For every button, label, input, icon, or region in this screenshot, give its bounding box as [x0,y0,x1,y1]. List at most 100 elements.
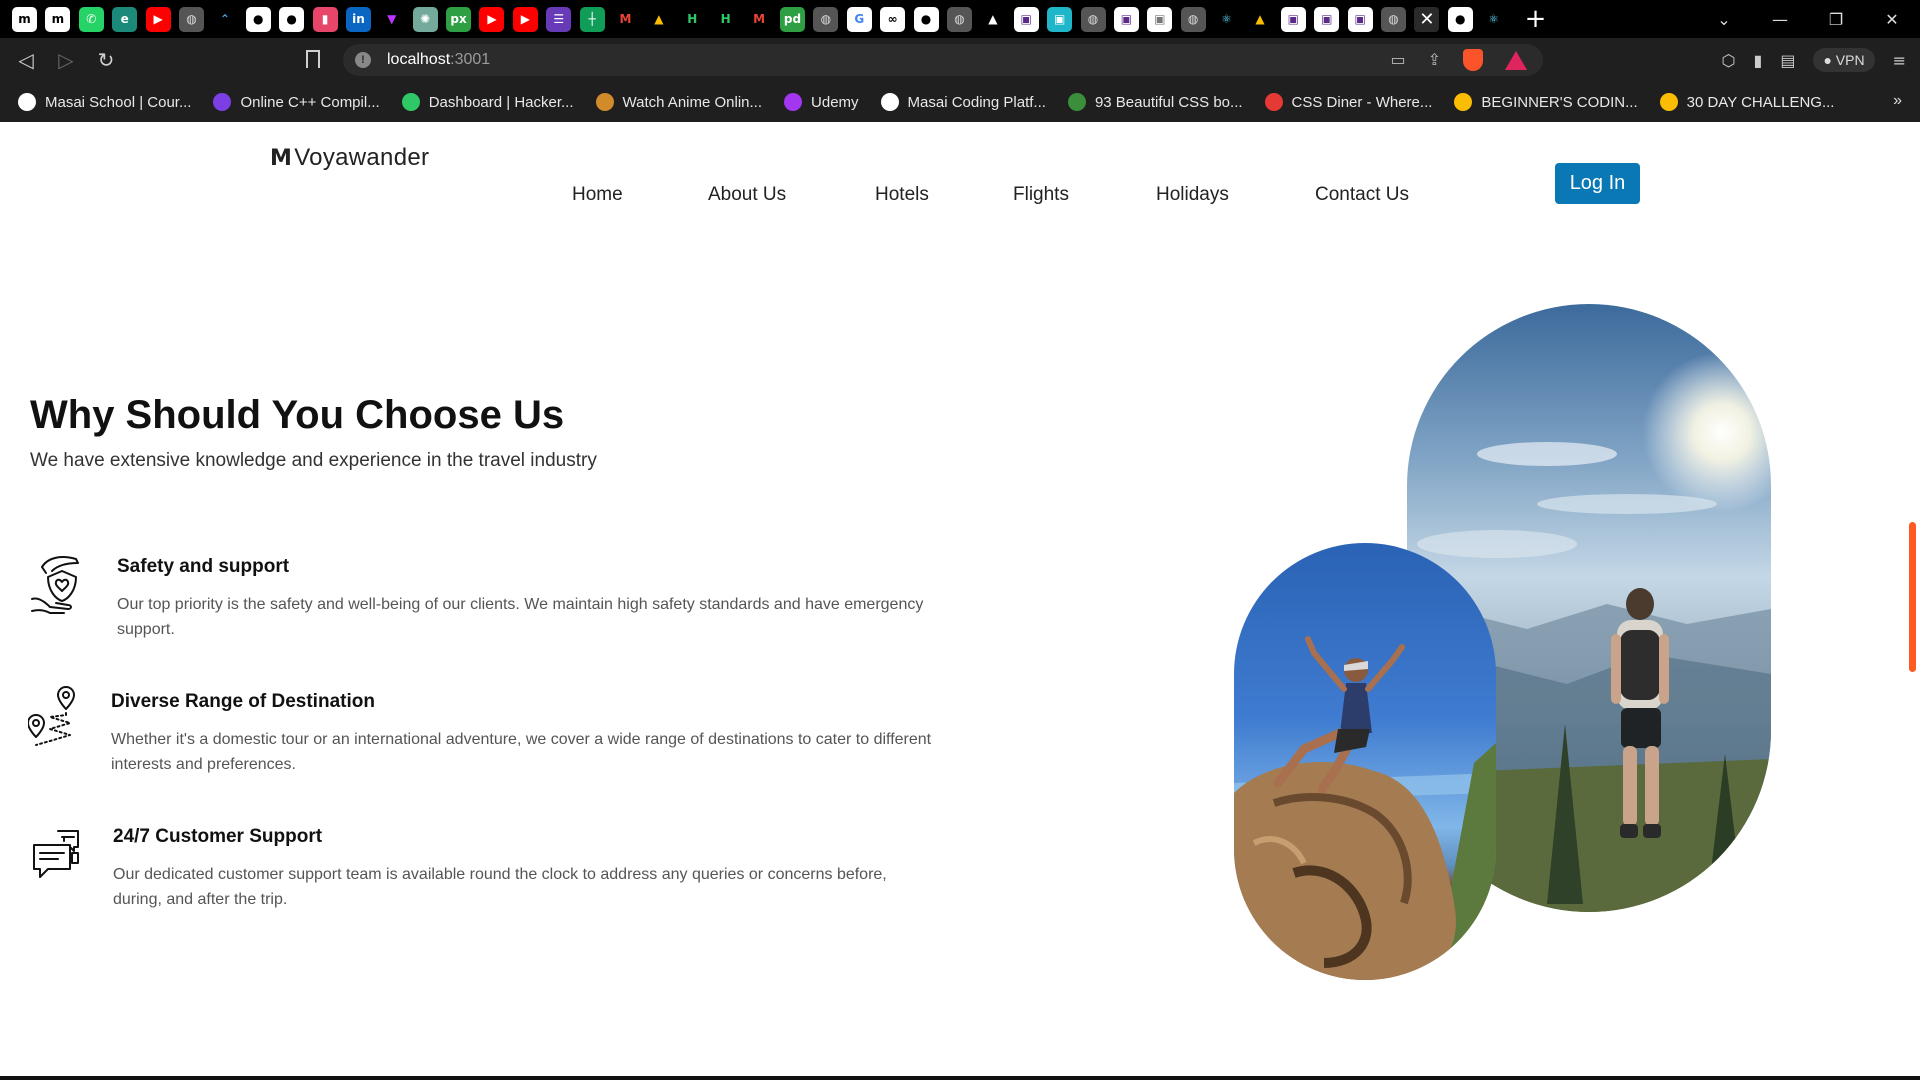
bookmark-favicon-icon [18,93,36,111]
close-window-icon[interactable]: ✕ [1864,10,1920,29]
feature-description: Whether it's a domestic tour or an inter… [111,731,932,773]
bookmark-item[interactable]: 30 DAY CHALLENG... [1659,93,1834,111]
bookmark-label: Watch Anime Onlin... [622,93,763,111]
wallet-icon[interactable]: ▤ [1780,51,1795,70]
vpn-button[interactable]: ● VPN [1813,48,1875,72]
bookmark-item[interactable]: Masai School | Cour... [18,93,191,111]
login-button[interactable]: Log In [1555,163,1640,204]
bookmark-label: Online C++ Compil... [240,93,380,111]
gmail-tab-icon[interactable]: M [746,6,772,32]
nav-hotels[interactable]: Hotels [875,184,929,206]
more-bookmarks-icon[interactable]: » [1893,92,1902,110]
forms-tab-icon[interactable]: ☰ [546,6,572,32]
bookmark-item[interactable]: BEGINNER'S CODIN... [1454,93,1638,111]
youtube-tab-icon[interactable]: ▶ [512,6,538,32]
extensions-icon[interactable]: ⬡ [1722,51,1736,70]
site-info-icon[interactable]: ! [355,52,371,68]
nav-holidays[interactable]: Holidays [1156,184,1229,206]
masai-tab-icon[interactable]: m [45,6,71,32]
brave-shields-icon[interactable] [1463,49,1483,71]
github-tab-icon[interactable]: ● [913,6,939,32]
drive-tab-icon[interactable]: ▲ [646,6,672,32]
restore-icon[interactable]: ❐ [1808,10,1864,29]
github-tab-icon[interactable]: ● [279,6,305,32]
sidebar-icon[interactable]: ▮ [1754,51,1763,70]
feature-description: Our dedicated customer support team is a… [113,866,887,908]
github-tab-icon[interactable]: ● [1447,6,1473,32]
bookmark-item[interactable]: Udemy [784,93,859,111]
address-bar[interactable]: ! localhost:3001 ▭ ⇪ [343,44,1543,76]
globe-tab-icon[interactable]: ◍ [1080,6,1106,32]
app-tab-icon[interactable]: ▣ [1147,6,1173,32]
edge-tab-icon[interactable]: e [112,6,138,32]
menu-icon[interactable]: ≡ [1893,51,1906,70]
active-tab-close-icon[interactable]: ✕ [1414,6,1440,32]
section-title: Why Should You Choose Us [30,393,565,437]
bookmark-favicon-icon [1264,93,1283,111]
logo-text: Voyawander [294,144,430,171]
site-logo[interactable]: M Voyawander [270,144,429,172]
forward-icon[interactable]: ▷ [46,42,86,78]
masai-tab-icon[interactable]: m [12,6,37,32]
codeforces-tab-icon[interactable]: ⌃ [212,6,238,32]
globe-tab-icon[interactable]: ◍ [813,6,839,32]
brave-rewards-icon[interactable] [1505,50,1527,70]
pinterest-tab-icon[interactable]: ▮ [312,6,338,32]
scrollbar-thumb[interactable] [1909,522,1916,672]
triangle-tab-icon[interactable]: ▲ [980,6,1006,32]
minimize-icon[interactable]: — [1752,10,1808,29]
bookmark-item[interactable]: Dashboard | Hacker... [401,93,574,111]
gmail-tab-icon[interactable]: M [613,6,639,32]
px-tab-icon[interactable]: px [446,6,472,32]
drive-tab-icon[interactable]: ▲ [1247,6,1273,32]
app-tab-icon[interactable]: ▣ [1280,6,1306,32]
globe-tab-icon[interactable]: ◍ [946,6,972,32]
globe-tab-icon[interactable]: ◍ [1180,6,1206,32]
bookmark-item[interactable]: CSS Diner - Where... [1264,93,1432,111]
linkedin-tab-icon[interactable]: in [345,6,371,32]
loop-tab-icon[interactable]: ∞ [880,6,906,32]
bookmark-item[interactable]: Online C++ Compil... [213,93,380,111]
new-tab-icon[interactable]: + [1525,4,1547,34]
hackerrank-tab-icon[interactable]: H [679,6,705,32]
app-tab-icon[interactable]: ▣ [1314,6,1340,32]
vite-tab-icon[interactable]: ▼ [379,6,405,32]
github-tab-icon[interactable]: ● [245,6,271,32]
cast-icon[interactable]: ▭ [1390,50,1405,70]
globe-tab-icon[interactable]: ◍ [1381,6,1407,32]
tab-search-chevron-icon[interactable]: ⌄ [1696,10,1752,29]
youtube-tab-icon[interactable]: ▶ [145,6,171,32]
google-tab-icon[interactable]: G [846,6,872,32]
bookmark-item[interactable]: Watch Anime Onlin... [595,93,763,111]
nav-flights[interactable]: Flights [1013,184,1069,206]
share-icon[interactable]: ⇪ [1428,50,1441,70]
bookmark-label: Dashboard | Hacker... [428,93,574,111]
vpn-label: VPN [1835,52,1865,68]
app-tab-icon[interactable]: ▣ [1347,6,1373,32]
pd-tab-icon[interactable]: pd [779,6,805,32]
youtube-tab-icon[interactable]: ▶ [479,6,505,32]
page-scrollbar[interactable] [1904,122,1920,1080]
reload-icon[interactable]: ↻ [86,42,126,78]
nav-about-us[interactable]: About Us [708,184,786,206]
url-text[interactable]: localhost:3001 [387,51,490,69]
bookmark-item[interactable]: 93 Beautiful CSS bo... [1067,93,1243,111]
app-tab-icon[interactable]: ▣ [1013,6,1039,32]
app-tab-icon[interactable]: ▣ [1113,6,1139,32]
react-tab-icon[interactable]: ⚛ [1481,6,1507,32]
chatgpt-tab-icon[interactable]: ✺ [412,6,438,32]
sheets-tab-icon[interactable]: ┼ [579,6,605,32]
bookmark-label: Masai School | Cour... [45,93,192,111]
app-tab-icon[interactable]: ▣ [1047,6,1073,32]
bookmark-label: 93 Beautiful CSS bo... [1094,93,1243,111]
react-tab-icon[interactable]: ⚛ [1214,6,1240,32]
nav-home[interactable]: Home [572,184,623,206]
back-icon[interactable]: ◁ [6,42,46,78]
whatsapp-tab-icon[interactable]: ✆ [78,6,104,32]
globe-tab-icon[interactable]: ◍ [178,6,204,32]
bookmark-page-icon[interactable] [306,50,320,68]
bookmark-item[interactable]: Masai Coding Platf... [880,93,1046,111]
bookmark-label: Udemy [811,93,859,111]
hackerrank-tab-icon[interactable]: H [713,6,739,32]
nav-contact-us[interactable]: Contact Us [1315,184,1409,206]
